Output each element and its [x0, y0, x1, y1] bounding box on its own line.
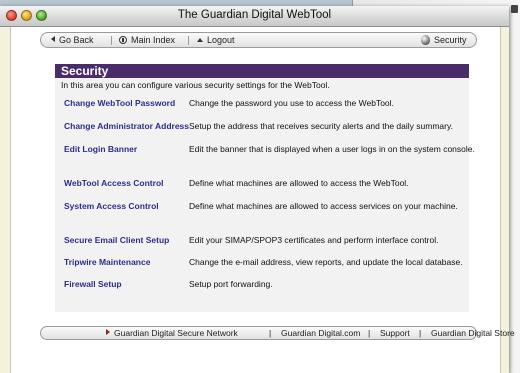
top-navigation-bar: Go Back Main Index Logout Security [40, 32, 477, 48]
security-section-label: Security [434, 35, 467, 45]
main-index-label: Main Index [131, 35, 176, 45]
lock-icon [511, 5, 518, 13]
go-back-button[interactable]: Go Back [51, 35, 94, 45]
intro-text: In this area you can configure various s… [61, 80, 330, 90]
info-icon [119, 36, 127, 44]
secure-email-client-setup-link[interactable]: Secure Email Client Setup [64, 235, 169, 245]
footer-separator: | [368, 328, 371, 338]
browser-window: The Guardian Digital WebTool Go Back Mai… [0, 6, 515, 373]
security-panel: Security In this area you can configure … [55, 64, 475, 312]
main-index-button[interactable]: Main Index [119, 35, 175, 45]
webtool-access-control-link[interactable]: WebTool Access Control [64, 178, 164, 188]
back-arrow-icon [51, 36, 55, 42]
nav-divider [111, 36, 112, 45]
window-titlebar[interactable]: The Guardian Digital WebTool [0, 6, 509, 27]
change-webtool-password-link[interactable]: Change WebTool Password [64, 98, 175, 108]
footer-link-support[interactable]: Support [380, 328, 410, 338]
secure-email-client-setup-desc: Edit your SIMAP/SPOP3 certificates and p… [189, 235, 439, 245]
logout-button[interactable]: Logout [197, 35, 235, 45]
footer-link-store[interactable]: Guardian Digital Store [431, 328, 515, 338]
security-section-indicator: Security [421, 35, 467, 45]
edit-login-banner-link[interactable]: Edit Login Banner [64, 144, 137, 154]
system-access-control-desc: Define what machines are allowed to acce… [189, 201, 458, 211]
webtool-access-control-desc: Define what machines are allowed to acce… [189, 178, 409, 188]
security-icon [421, 35, 430, 45]
footer-link-secure-network[interactable]: Guardian Digital Secure Network [106, 328, 238, 338]
go-back-label: Go Back [59, 35, 94, 45]
firewall-setup-desc: Setup port forwarding. [189, 279, 273, 289]
nav-divider [188, 36, 189, 45]
edit-login-banner-desc: Edit the banner that is displayed when a… [189, 144, 475, 154]
change-administrator-address-desc: Setup the address that receives security… [189, 121, 453, 131]
tripwire-maintenance-link[interactable]: Tripwire Maintenance [64, 257, 150, 267]
logout-arrow-icon [197, 38, 203, 42]
window-title: The Guardian Digital WebTool [177, 9, 332, 21]
footer-separator: | [269, 328, 272, 338]
system-access-control-link[interactable]: System Access Control [64, 201, 159, 211]
page-title: Security [55, 64, 469, 78]
footer-separator: | [419, 328, 422, 338]
arrow-right-icon [106, 329, 110, 335]
tripwire-maintenance-desc: Change the e-mail address, view reports,… [189, 257, 463, 267]
change-webtool-password-desc: Change the password you use to access th… [189, 98, 394, 108]
footer-link-guardian-digital-com[interactable]: Guardian Digital.com [281, 328, 360, 338]
logout-label: Logout [207, 35, 235, 45]
footer-link-label: Guardian Digital Secure Network [114, 328, 238, 338]
footer-navigation-bar: Guardian Digital Secure Network | Guardi… [40, 326, 515, 340]
firewall-setup-link[interactable]: Firewall Setup [64, 279, 122, 289]
change-administrator-address-link[interactable]: Change Administrator Address [64, 121, 189, 131]
